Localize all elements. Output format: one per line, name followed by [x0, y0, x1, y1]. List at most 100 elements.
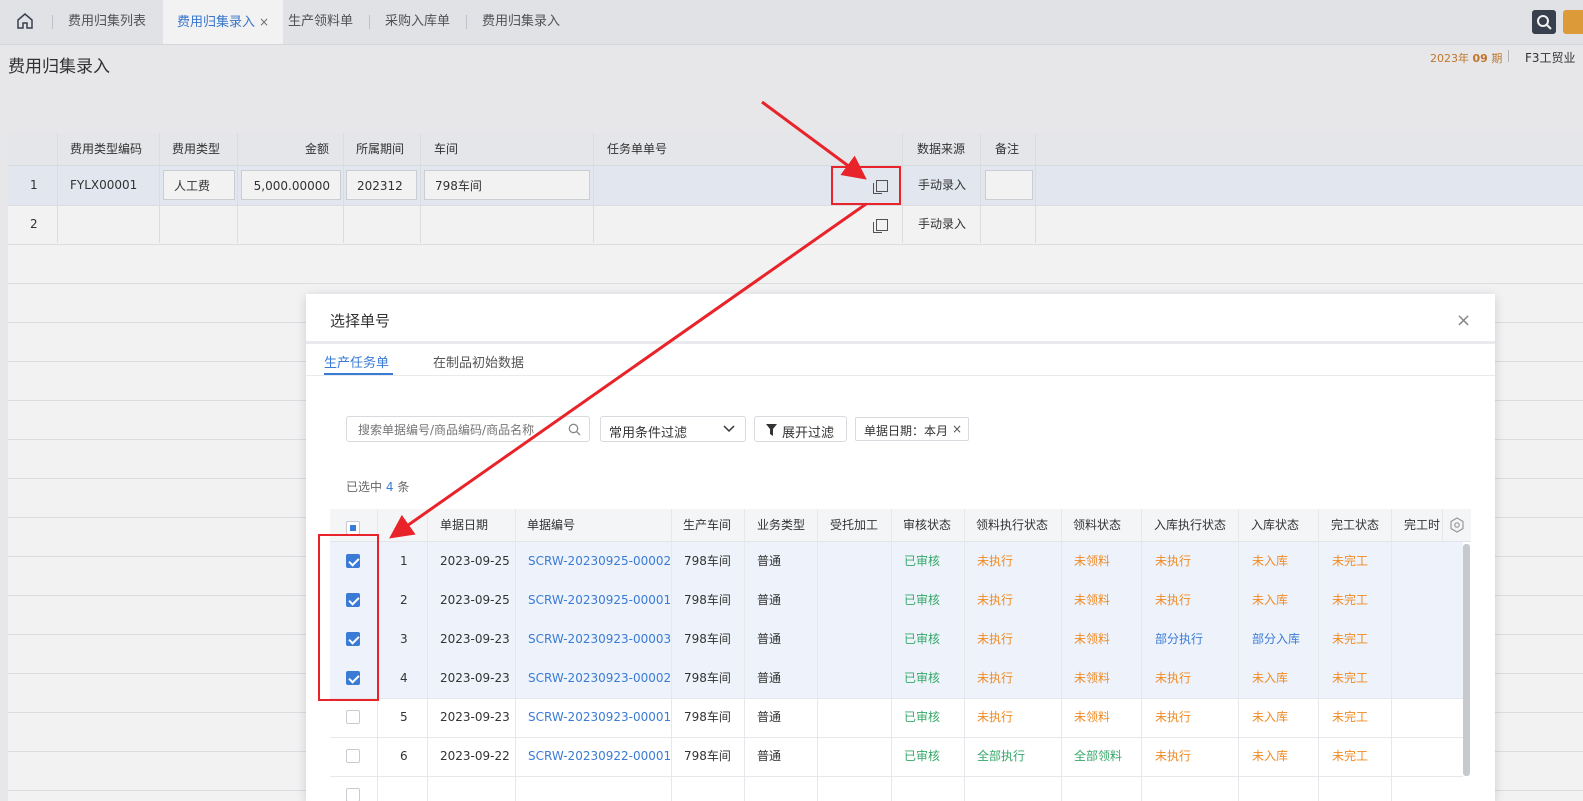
divider [671, 509, 672, 801]
row-checkbox[interactable] [346, 554, 360, 568]
search-input[interactable] [356, 421, 565, 439]
divider [427, 509, 428, 801]
select-all-checkbox[interactable] [346, 521, 360, 535]
tab-production-task[interactable]: 生产任务单 [324, 352, 389, 371]
expand-filter-button[interactable]: 展开过滤 [754, 416, 847, 442]
divider [1238, 509, 1239, 801]
table-row[interactable]: 1 2023-09-25 SCRW-20230925-00002 798车间 普… [330, 542, 1463, 582]
doc-number-link[interactable]: SCRW-20230923-00001 [528, 698, 671, 737]
row-number: 6 [400, 749, 408, 763]
row-number: 1 [400, 554, 408, 568]
pick-exec-status: 未执行 [977, 593, 1014, 607]
doc-date: 2023-09-22 [440, 749, 510, 763]
finish-status: 未完工 [1332, 593, 1369, 607]
filter-icon [766, 424, 777, 436]
search-box[interactable] [346, 416, 590, 442]
date-filter-tag: 单据日期：本月 × [855, 417, 969, 441]
finish-status: 未完工 [1332, 671, 1369, 685]
doc-date: 2023-09-25 [440, 593, 510, 607]
doc-number-link[interactable]: SCRW-20230923-00002 [528, 659, 671, 698]
doc-number-link[interactable]: SCRW-20230925-00002 [528, 542, 671, 581]
stock-status: 未入库 [1252, 593, 1289, 607]
col-biz-type: 业务类型 [757, 518, 806, 532]
divider [891, 509, 892, 801]
doc-number-link[interactable]: SCRW-20230922-00001 [528, 737, 671, 776]
biz-type: 普通 [757, 593, 782, 607]
doc-number-link[interactable]: SCRW-20230925-00001 [528, 581, 671, 620]
divider [1141, 509, 1142, 801]
workshop: 798车间 [684, 710, 731, 724]
doc-date: 2023-09-23 [440, 632, 510, 646]
stock-exec-status: 未执行 [1155, 710, 1192, 724]
table-row[interactable]: 6 2023-09-22 SCRW-20230922-00001 798车间 普… [330, 737, 1463, 777]
doc-date: 2023-09-25 [440, 554, 510, 568]
table-header: 单据日期 单据编号 生产车间 业务类型 受托加工 审核状态 领料执行状态 领料状… [330, 509, 1471, 542]
close-icon[interactable]: × [1456, 310, 1471, 331]
pick-exec-status: 未执行 [977, 710, 1014, 724]
table-row-partial[interactable] [330, 776, 1463, 801]
finish-status: 未完工 [1332, 749, 1369, 763]
table-row[interactable]: 4 2023-09-23 SCRW-20230923-00002 798车间 普… [330, 659, 1463, 699]
workshop: 798车间 [684, 632, 731, 646]
biz-type: 普通 [757, 749, 782, 763]
divider [744, 509, 745, 801]
stock-exec-status: 未执行 [1155, 749, 1192, 763]
filter-condition-value: 常用条件过滤 [609, 426, 688, 441]
row-checkbox[interactable] [346, 710, 360, 724]
row-checkbox[interactable] [346, 788, 360, 801]
workshop: 798车间 [684, 749, 731, 763]
search-icon[interactable] [568, 423, 581, 436]
active-tab-indicator [324, 373, 393, 375]
workshop: 798车间 [684, 671, 731, 685]
filter-condition-select[interactable]: 常用条件过滤 [600, 416, 746, 442]
row-number: 2 [400, 593, 408, 607]
row-checkbox[interactable] [346, 671, 360, 685]
pick-exec-status: 未执行 [977, 554, 1014, 568]
scrollbar[interactable] [1463, 544, 1470, 776]
stock-exec-status: 未执行 [1155, 593, 1192, 607]
table-row[interactable]: 2 2023-09-25 SCRW-20230925-00001 798车间 普… [330, 581, 1463, 621]
row-number: 3 [400, 632, 408, 646]
pick-exec-status: 未执行 [977, 632, 1014, 646]
table-row[interactable]: 5 2023-09-23 SCRW-20230923-00001 798车间 普… [330, 698, 1463, 738]
col-workshop: 生产车间 [683, 518, 732, 532]
row-number: 5 [400, 710, 408, 724]
col-date: 单据日期 [440, 518, 489, 532]
table-row[interactable]: 3 2023-09-23 SCRW-20230923-00003 798车间 普… [330, 620, 1463, 660]
expand-filter-label: 展开过滤 [782, 426, 835, 441]
stock-status: 未入库 [1252, 710, 1289, 724]
audit-status: 已审核 [904, 554, 941, 568]
stock-status: 未入库 [1252, 554, 1289, 568]
finish-status: 未完工 [1332, 632, 1369, 646]
pick-status: 未领料 [1074, 593, 1111, 607]
remove-tag-icon[interactable]: × [952, 422, 962, 436]
divider [1061, 509, 1062, 801]
col-finish-status: 完工状态 [1331, 518, 1380, 532]
pick-exec-status: 全部执行 [977, 749, 1026, 763]
pick-status: 未领料 [1074, 632, 1111, 646]
tab-wip-initial-data[interactable]: 在制品初始数据 [433, 352, 524, 371]
audit-status: 已审核 [904, 593, 941, 607]
workshop: 798车间 [684, 554, 731, 568]
tag-label: 单据日期：本月 [864, 424, 949, 438]
col-outsourced: 受托加工 [830, 518, 879, 532]
divider [1318, 509, 1319, 801]
pick-status: 未领料 [1074, 554, 1111, 568]
stock-exec-status: 部分执行 [1155, 632, 1204, 646]
col-stock-status: 入库状态 [1251, 518, 1300, 532]
divider [377, 509, 378, 801]
finish-status: 未完工 [1332, 710, 1369, 724]
col-pick-exec-status: 领料执行状态 [976, 518, 1049, 532]
col-doc-no: 单据编号 [527, 518, 576, 532]
dialog-title: 选择单号 [330, 312, 391, 330]
task-table: 单据日期 单据编号 生产车间 业务类型 受托加工 审核状态 领料执行状态 领料状… [330, 509, 1471, 801]
row-checkbox[interactable] [346, 593, 360, 607]
settings-icon[interactable] [1449, 517, 1465, 533]
pick-status: 未领料 [1074, 671, 1111, 685]
divider [306, 341, 1495, 344]
row-checkbox[interactable] [346, 632, 360, 646]
pick-status: 全部领料 [1074, 749, 1123, 763]
doc-number-link[interactable]: SCRW-20230923-00003 [528, 620, 671, 659]
row-checkbox[interactable] [346, 749, 360, 763]
selected-count: 已选中 4 条 [346, 480, 410, 494]
